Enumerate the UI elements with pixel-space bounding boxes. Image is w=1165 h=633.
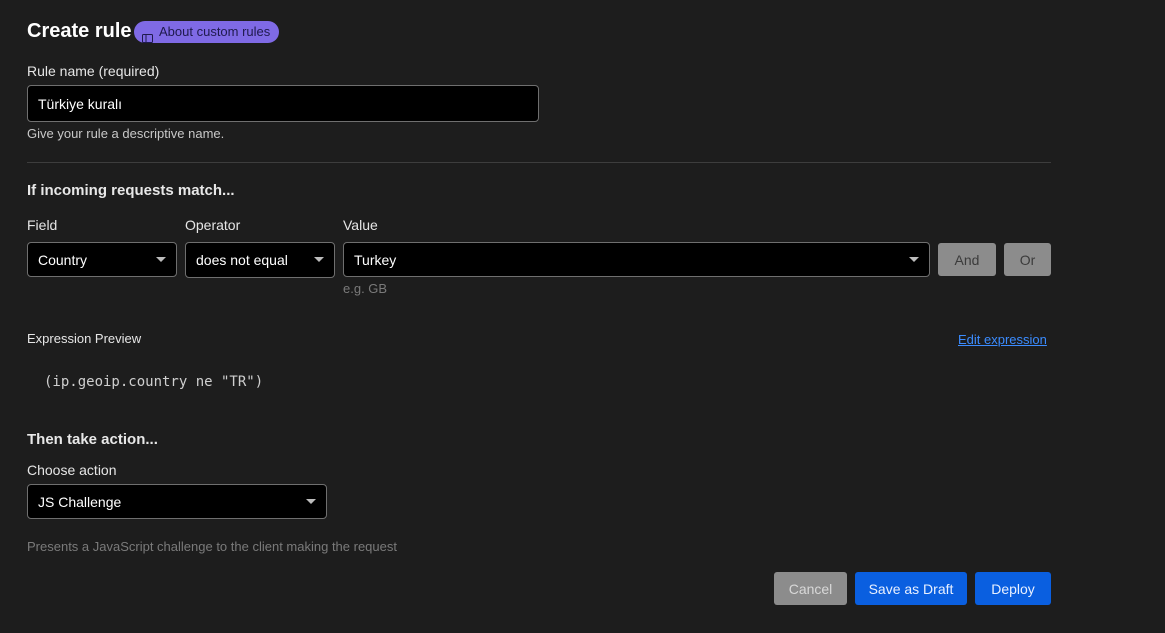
or-button[interactable]: Or: [1004, 243, 1051, 276]
operator-select-value: does not equal: [196, 252, 288, 268]
choose-action-label: Choose action: [27, 462, 117, 478]
value-label: Value: [343, 217, 378, 233]
action-description: Presents a JavaScript challenge to the c…: [27, 539, 397, 554]
cancel-button[interactable]: Cancel: [774, 572, 847, 605]
chevron-down-icon: [314, 257, 324, 262]
rule-name-label: Rule name (required): [27, 63, 160, 79]
value-select-value: Turkey: [354, 251, 397, 268]
expression-preview-label: Expression Preview: [27, 331, 142, 346]
section-divider: [27, 162, 1051, 163]
match-heading: If incoming requests match...: [27, 182, 235, 199]
action-select-value: JS Challenge: [38, 493, 122, 510]
chevron-down-icon: [156, 256, 166, 262]
rule-name-input[interactable]: [27, 85, 539, 122]
action-select[interactable]: JS Challenge: [27, 484, 327, 519]
chevron-down-icon: [909, 256, 919, 262]
save-as-draft-button[interactable]: Save as Draft: [855, 572, 967, 605]
operator-select[interactable]: does not equal: [185, 242, 335, 278]
deploy-button[interactable]: Deploy: [975, 572, 1051, 605]
action-heading: Then take action...: [27, 431, 158, 448]
expression-code: (ip.geoip.country ne "TR"): [44, 374, 264, 390]
chevron-down-icon: [306, 498, 316, 504]
field-select[interactable]: Country: [27, 242, 177, 277]
about-custom-rules-link[interactable]: About custom rules: [134, 21, 280, 43]
edit-expression-link[interactable]: Edit expression: [958, 332, 1047, 347]
page-title: Create rule: [27, 20, 132, 42]
create-rule-page: Create rule About custom rules Rule name…: [0, 0, 1165, 633]
and-button[interactable]: And: [938, 243, 996, 276]
value-hint: e.g. GB: [343, 281, 388, 296]
book-icon: [142, 28, 153, 43]
rule-name-help: Give your rule a descriptive name.: [27, 126, 225, 141]
value-select[interactable]: Turkey: [343, 242, 930, 277]
operator-label: Operator: [185, 217, 241, 233]
about-custom-rules-label: About custom rules: [159, 24, 271, 39]
field-select-value: Country: [38, 251, 88, 268]
field-label: Field: [27, 217, 58, 233]
